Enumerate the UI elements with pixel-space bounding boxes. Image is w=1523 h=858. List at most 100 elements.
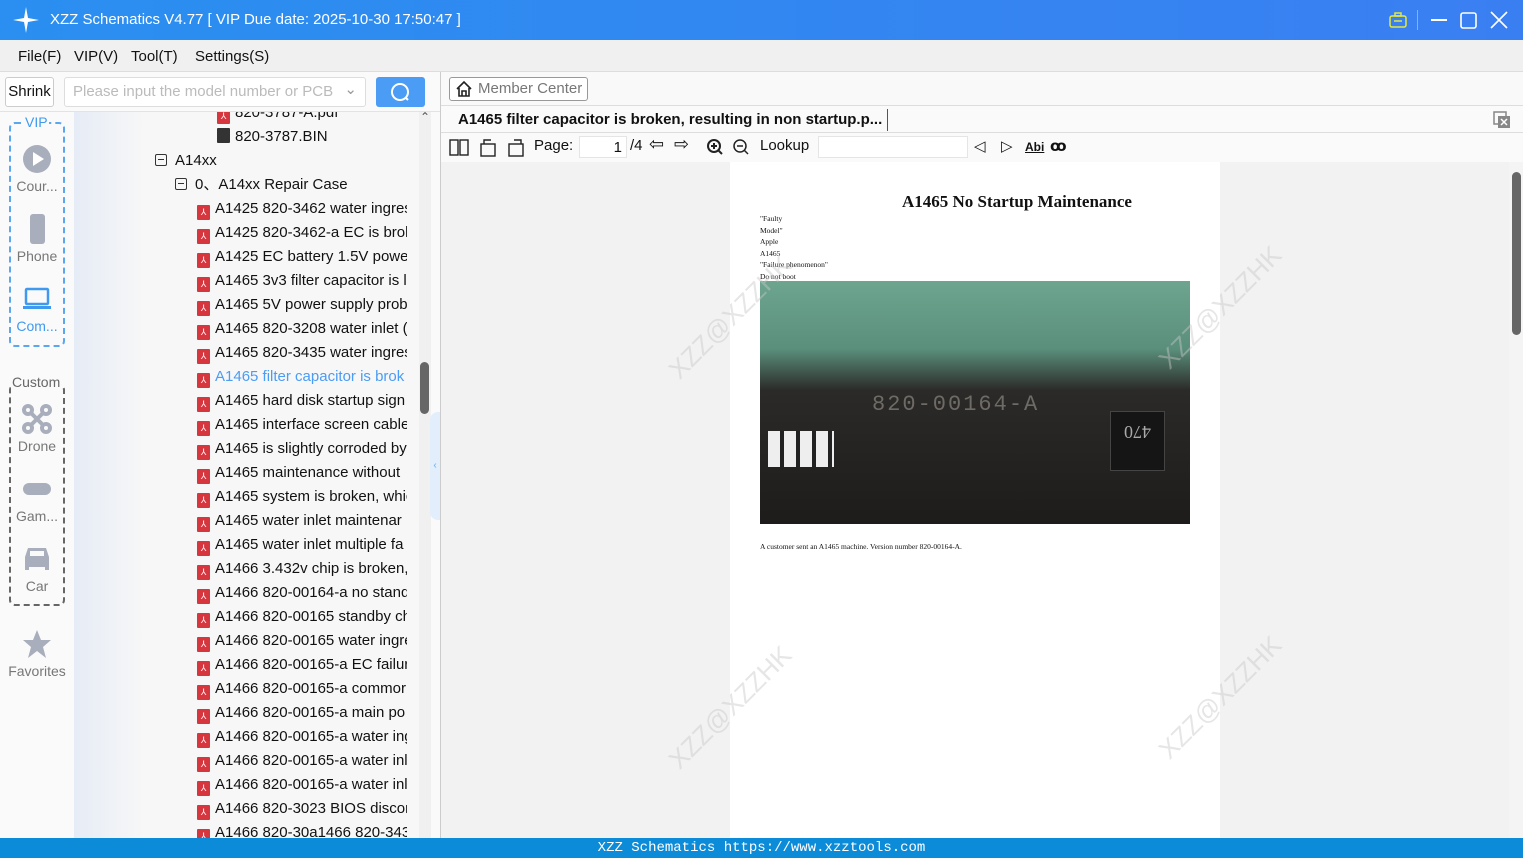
tree-file[interactable]: ⅄ 820-3787-A.pdf [217, 112, 338, 125]
tree-item-label: A1465 is slightly corroded by [215, 440, 407, 457]
tree-file[interactable]: ⅄ A1466 820-00165 water ingre [197, 629, 407, 653]
tree-file[interactable]: ⅄ A1465 maintenance without [197, 461, 407, 485]
tree-file[interactable]: ⅄ A1466 820-30a1466 820-343 [197, 821, 407, 838]
pdf-icon: ⅄ [197, 757, 210, 772]
tree-file[interactable]: 820-3787.BIN [217, 125, 328, 149]
document-line: "Faulty [760, 214, 783, 223]
sidebar-item-computer[interactable]: Com... [0, 284, 74, 334]
tree-file[interactable]: ⅄ A1466 820-00165-a water inl [197, 749, 407, 773]
tree-item-label: A1466 820-00165-a commor [215, 680, 406, 697]
menu-vip[interactable]: VIP(V) [74, 48, 118, 65]
sidebar-item-favorites[interactable]: Favorites [0, 629, 74, 679]
laptop-icon [23, 287, 51, 309]
sidebar-item-label: Gam... [15, 508, 58, 524]
tree-file[interactable]: ⅄ A1465 3v3 filter capacitor is l [197, 269, 407, 293]
tree-item-label: A1465 820-3435 water ingres [215, 344, 407, 361]
find-previous-icon[interactable]: ◁ [974, 137, 986, 155]
rotate-left-icon[interactable] [479, 137, 499, 157]
shrink-button[interactable]: Shrink [5, 77, 54, 107]
sidebar-item-game[interactable]: Gam... [0, 474, 74, 524]
match-case-icon[interactable]: Abi [1025, 140, 1044, 154]
tree-file[interactable]: ⅄ A1465 water inlet maintenar [197, 509, 407, 533]
minimize-button[interactable] [1429, 10, 1449, 30]
member-center-button[interactable]: Member Center [449, 77, 588, 101]
tree-file[interactable]: ⅄ A1466 820-00165-a commor [197, 677, 407, 701]
tree-file[interactable]: ⅄ A1466 820-00165-a EC failur [197, 653, 407, 677]
tree-file[interactable]: ⅄ A1466 820-00165-a main po [197, 701, 407, 725]
page-number-input[interactable]: 1 [579, 136, 627, 158]
scrollbar-thumb[interactable] [1512, 172, 1521, 335]
tree-item-label: A14xx [175, 152, 217, 169]
pdf-icon: ⅄ [217, 112, 230, 124]
sidebar-item-label: Drone [17, 438, 57, 454]
rotate-right-icon[interactable] [506, 137, 526, 157]
tree-item-label: 820-3787.BIN [235, 128, 328, 145]
menu-settings[interactable]: Settings(S) [195, 48, 269, 65]
tree-file[interactable]: ⅄ A1466 820-00164-a no stand [197, 581, 407, 605]
tree-file[interactable]: ⅄ A1425 820-3462-a EC is brok [197, 221, 407, 245]
sidebar-item-label: Com... [16, 318, 58, 334]
collapse-panel-handle[interactable]: ‹ [430, 412, 440, 520]
pdf-icon: ⅄ [197, 637, 210, 652]
pdf-icon: ⅄ [197, 517, 210, 532]
tree-item-label: A1465 filter capacitor is brok [215, 368, 405, 385]
search-button[interactable] [376, 77, 425, 107]
sidebar-item-label: Car [25, 578, 49, 594]
tree-file[interactable]: ⅄ A1466 820-00165-a water ing [197, 725, 407, 749]
tree-file[interactable]: ⅄ A1465 hard disk startup sign [197, 389, 407, 413]
close-button[interactable] [1489, 10, 1509, 30]
sidebar-item-courses[interactable]: Cour... [0, 144, 74, 194]
lookup-input[interactable] [818, 136, 968, 158]
sidebar-item-drone[interactable]: Drone [0, 404, 74, 454]
next-page-icon[interactable]: ⇨ [674, 134, 689, 155]
sidebar-item-car[interactable]: Car [0, 544, 74, 594]
status-footer: XZZ Schematics https://www.xzztools.com [0, 838, 1523, 858]
tree-file[interactable]: ⅄ A1465 water inlet multiple fa [197, 533, 407, 557]
menu-file[interactable]: File(F) [18, 48, 61, 65]
tree-file[interactable]: ⅄ A1465 5V power supply prob [197, 293, 407, 317]
scroll-up-icon[interactable]: ⌃ [420, 110, 430, 124]
tree-file[interactable]: ⅄ A1465 is slightly corroded by [197, 437, 407, 461]
find-next-icon[interactable]: ▷ [1001, 137, 1013, 155]
page-label: Page: [534, 137, 574, 154]
two-page-icon[interactable] [449, 139, 469, 157]
search-placeholder: Please input the model number or PCB [73, 83, 334, 100]
tree-file[interactable]: ⅄ A1466 820-00165-a water inl [197, 773, 407, 797]
tree-file[interactable]: ⅄ A1465 820-3208 water inlet ( [197, 317, 407, 341]
zoom-in-icon[interactable] [706, 138, 724, 156]
tree-file[interactable]: ⅄ A1465 filter capacitor is brok [197, 365, 407, 389]
tree-item-label: A1465 3v3 filter capacitor is l [215, 272, 407, 289]
collapse-icon[interactable] [155, 154, 167, 166]
previous-page-icon[interactable]: ⇦ [649, 134, 664, 155]
tree-subgroup[interactable]: 0、A14xx Repair Case [175, 173, 348, 197]
page-total: /4 [630, 137, 643, 154]
collapse-icon[interactable] [175, 178, 187, 190]
model-search-input[interactable]: Please input the model number or PCB ⌄ [64, 77, 366, 107]
menu-tool[interactable]: Tool(T) [131, 48, 178, 65]
tree-file[interactable]: ⅄ A1465 system is broken, whic [197, 485, 407, 509]
document-tab[interactable]: A1465 filter capacitor is broken, result… [441, 105, 1523, 133]
tree-file[interactable]: ⅄ A1466 820-3023 BIOS discon [197, 797, 407, 821]
tree-file[interactable]: ⅄ A1425 EC battery 1.5V power [197, 245, 407, 269]
zoom-out-icon[interactable] [732, 138, 750, 156]
maximize-button[interactable] [1459, 10, 1479, 30]
pdf-icon: ⅄ [197, 565, 210, 580]
tree-file[interactable]: ⅄ A1466 3.432v chip is broken, [197, 557, 407, 581]
binoculars-icon[interactable]: ꝏ [1050, 137, 1067, 155]
tree-file[interactable]: ⅄ A1465 interface screen cable [197, 413, 407, 437]
pdf-icon: ⅄ [197, 301, 210, 316]
scrollbar-thumb[interactable] [420, 362, 429, 414]
sidebar-item-phone[interactable]: Phone [0, 214, 74, 264]
chevron-down-icon[interactable]: ⌄ [344, 82, 357, 98]
tree-item-label: A1466 820-00165-a water inl [215, 752, 407, 769]
connector-pins [768, 431, 834, 467]
viewer-scrollbar[interactable] [1509, 162, 1523, 838]
briefcase-icon[interactable] [1389, 12, 1407, 28]
tree-file[interactable]: ⅄ A1465 820-3435 water ingres [197, 341, 407, 365]
tree-group[interactable]: A14xx [155, 149, 217, 173]
tree-file[interactable]: ⅄ A1425 820-3462 water ingres [197, 197, 407, 221]
search-icon [391, 83, 409, 101]
tree-file[interactable]: ⅄ A1466 820-00165 standby ch [197, 605, 407, 629]
tree-item-label: A1425 EC battery 1.5V power [215, 248, 407, 265]
close-tab-icon[interactable] [1493, 111, 1511, 129]
